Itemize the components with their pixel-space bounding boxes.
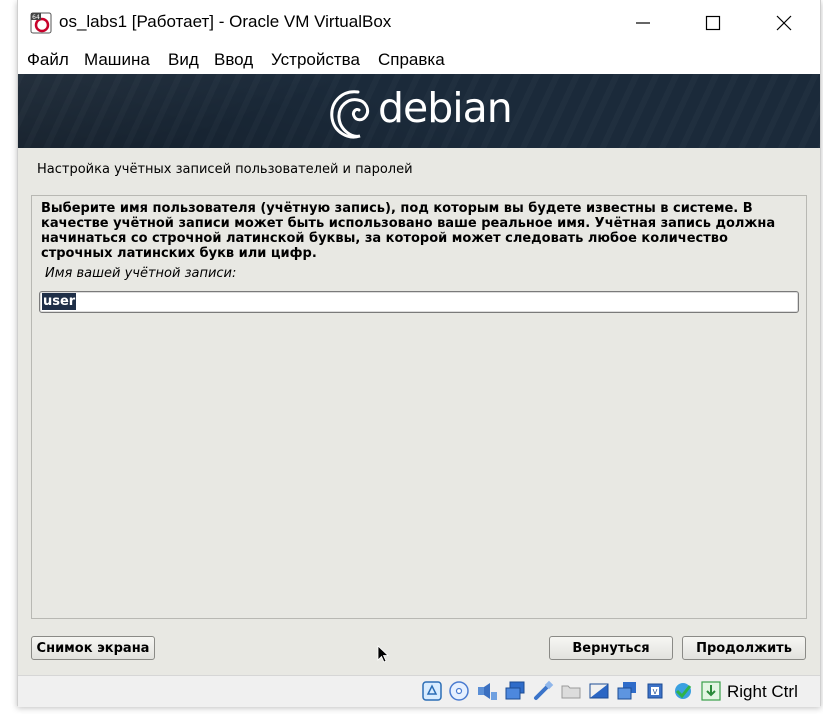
optical-disk-icon[interactable] bbox=[448, 680, 470, 702]
window-title: os_labs1 [Работает] - Oracle VM VirtualB… bbox=[59, 12, 392, 31]
svg-text:V: V bbox=[653, 688, 658, 696]
menu-input[interactable]: Ввод bbox=[214, 50, 253, 70]
continue-button[interactable]: Продолжить bbox=[682, 636, 806, 660]
close-button[interactable] bbox=[761, 0, 807, 45]
menu-help[interactable]: Справка bbox=[378, 50, 445, 70]
display-icon[interactable] bbox=[588, 680, 610, 702]
usb-icon[interactable] bbox=[532, 680, 554, 702]
minimize-icon bbox=[636, 21, 650, 24]
audio-icon[interactable] bbox=[476, 680, 498, 702]
svg-text:64: 64 bbox=[32, 14, 40, 21]
section-title: Настройка учётных записей пользователей … bbox=[37, 162, 413, 177]
username-label: Имя вашей учётной записи: bbox=[45, 266, 237, 281]
title-bar: 64 os_labs1 [Работает] - Oracle VM Virtu… bbox=[18, 0, 820, 45]
mouse-pointer-icon bbox=[377, 645, 389, 663]
screenshot-button[interactable]: Снимок экрана bbox=[31, 636, 155, 660]
menu-view[interactable]: Вид bbox=[168, 50, 199, 70]
vm-display[interactable]: debian Настройка учётных записей пользов… bbox=[18, 74, 820, 675]
maximize-icon bbox=[705, 15, 721, 30]
minimize-button[interactable] bbox=[620, 0, 666, 45]
instruction-text: Выберите имя пользователя (учётную запис… bbox=[41, 201, 776, 261]
debian-banner: debian bbox=[18, 74, 820, 148]
debian-swirl-icon bbox=[330, 90, 370, 139]
menu-machine[interactable]: Машина bbox=[84, 50, 150, 70]
cpu-icon[interactable]: V bbox=[644, 680, 666, 702]
network-icon[interactable] bbox=[504, 680, 526, 702]
video-capture-icon[interactable] bbox=[616, 680, 638, 702]
close-icon bbox=[776, 15, 792, 30]
status-bar: V Right Ctrl bbox=[18, 675, 820, 707]
menu-file[interactable]: Файл bbox=[27, 50, 69, 70]
virtualbox-window: 64 os_labs1 [Работает] - Oracle VM Virtu… bbox=[17, 0, 821, 707]
debian-logo-text: debian bbox=[378, 84, 513, 132]
maximize-button[interactable] bbox=[690, 0, 736, 45]
installer-panel: Выберите имя пользователя (учётную запис… bbox=[31, 195, 807, 619]
username-input[interactable]: user bbox=[39, 291, 799, 313]
virtualbox-vm-icon: 64 bbox=[30, 12, 52, 34]
keyboard-capture-icon[interactable] bbox=[700, 680, 722, 702]
username-value: user bbox=[42, 293, 77, 310]
host-key-label: Right Ctrl bbox=[727, 682, 798, 701]
menu-bar: Файл Машина Вид Ввод Устройства Справка bbox=[18, 46, 820, 74]
hard-disk-icon[interactable] bbox=[421, 680, 443, 702]
menu-devices[interactable]: Устройства bbox=[271, 50, 360, 70]
guest-additions-icon[interactable] bbox=[672, 680, 694, 702]
shared-folders-icon[interactable] bbox=[560, 680, 582, 702]
back-button[interactable]: Вернуться bbox=[549, 636, 673, 660]
